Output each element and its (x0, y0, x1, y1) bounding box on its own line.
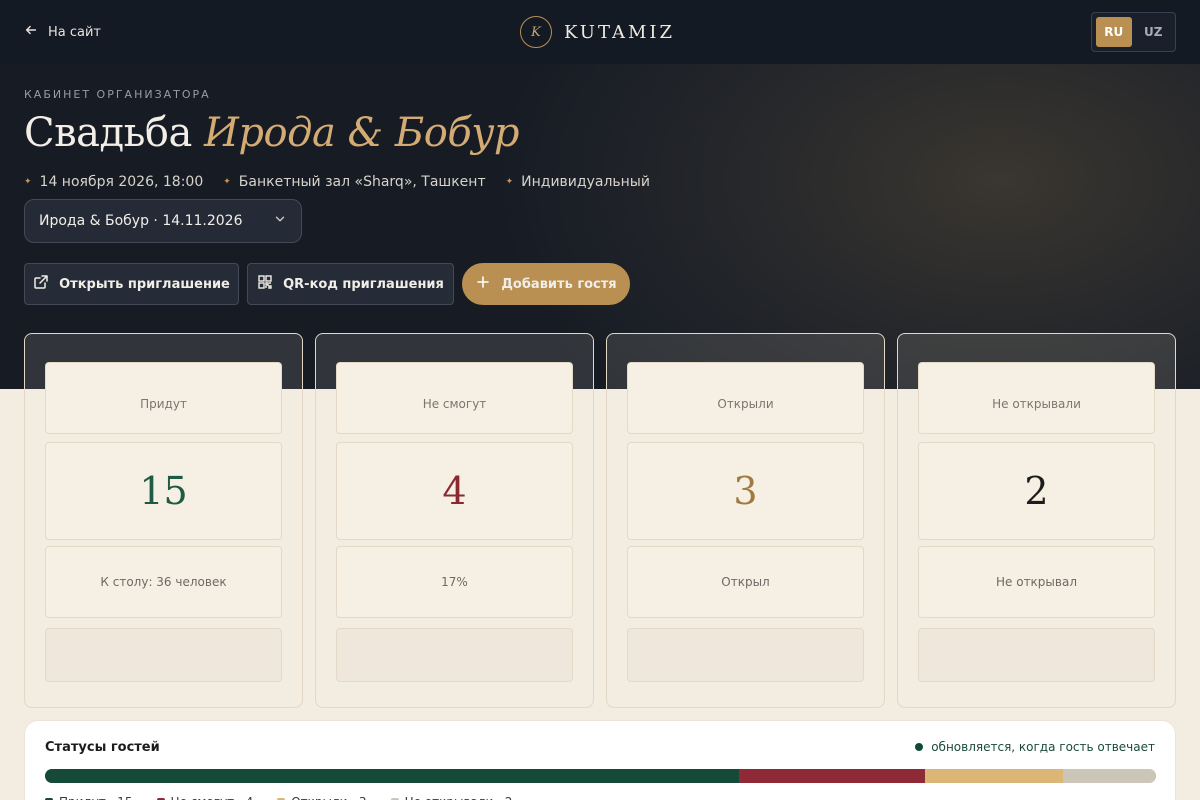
stat-card-declined: Не смогут 4 17% (315, 333, 594, 708)
meta-venue-text: Банкетный зал «Sharq», Ташкент (238, 174, 486, 190)
guest-status-panel: Статусы гостей обновляется, когда гость … (24, 720, 1176, 800)
stat-value: 2 (918, 442, 1155, 540)
top-bar: На сайт K KUTAMIZ RU UZ (0, 0, 1200, 64)
event-select[interactable]: Ирода & Бобур · 14.11.2026 (24, 199, 302, 243)
stat-subtext: 17% (336, 546, 573, 618)
stat-placeholder (336, 628, 573, 682)
external-link-icon (33, 274, 49, 294)
stat-label: Открыли (627, 362, 864, 434)
lang-uz-button[interactable]: UZ (1136, 17, 1172, 47)
qr-code-icon (257, 274, 273, 294)
legend-item: Открыли · 3 (277, 795, 367, 800)
legend-item: Придут · 15 (45, 795, 133, 800)
chevron-down-icon (273, 212, 287, 230)
brand-logo[interactable]: K KUTAMIZ (520, 16, 675, 48)
stat-placeholder (45, 628, 282, 682)
event-select-value: Ирода & Бобур · 14.11.2026 (39, 213, 243, 229)
plus-icon (475, 274, 491, 294)
lang-ru-button[interactable]: RU (1096, 17, 1132, 47)
status-panel-title: Статусы гостей (45, 740, 160, 755)
open-invitation-button[interactable]: Открыть приглашение (24, 263, 239, 305)
live-update-text: обновляется, когда гость отвечает (931, 740, 1155, 754)
page-kicker: КАБИНЕТ ОРГАНИЗАТОРА (24, 88, 211, 101)
stat-subtext: К столу: 36 человек (45, 546, 282, 618)
stat-card-not-opened: Не открывали 2 Не открывал (897, 333, 1176, 708)
meta-plan-text: Индивидуальный (521, 174, 650, 190)
brand-name: KUTAMIZ (564, 21, 676, 43)
meta-date-text: 14 ноября 2026, 18:00 (39, 174, 204, 190)
progress-segment (739, 769, 925, 783)
back-link-label: На сайт (48, 24, 102, 40)
stat-card-opened: Открыли 3 Открыл (606, 333, 885, 708)
brand-mark: K (520, 16, 552, 48)
stat-placeholder (918, 628, 1155, 682)
stat-label: Придут (45, 362, 282, 434)
title-names: Ирода & Бобур (204, 110, 520, 156)
add-guest-label: Добавить гостя (501, 276, 617, 292)
sparkle-icon: ✦ (505, 177, 514, 187)
stat-subtext: Не открывал (918, 546, 1155, 618)
live-dot-icon (915, 743, 924, 751)
language-switcher: RU UZ (1091, 12, 1176, 52)
progress-segment (45, 769, 740, 783)
meta-venue: ✦ Банкетный зал «Sharq», Ташкент (223, 174, 485, 190)
legend-item: Не смогут · 4 (156, 795, 254, 800)
legend-label: Не открывали · 2 (405, 795, 513, 800)
qr-code-label: QR-код приглашения (283, 276, 444, 292)
stat-label: Не открывали (918, 362, 1155, 434)
live-update-note: обновляется, когда гость отвечает (915, 740, 1155, 754)
stat-label: Не смогут (336, 362, 573, 434)
title-prefix: Свадьба (24, 110, 192, 156)
legend-label: Открыли · 3 (291, 795, 366, 800)
stat-subtext: Открыл (627, 546, 864, 618)
legend-item: Не открывали · 2 (390, 795, 513, 800)
status-progress-bar (45, 769, 1156, 783)
status-legend: Придут · 15 Не смогут · 4 Открыли · 3 Не от… (45, 795, 512, 800)
event-meta: ✦ 14 ноября 2026, 18:00 ✦ Банкетный зал … (24, 174, 650, 190)
stat-value: 3 (627, 442, 864, 540)
meta-date: ✦ 14 ноября 2026, 18:00 (24, 174, 203, 190)
add-guest-button[interactable]: Добавить гостя (462, 263, 630, 305)
legend-label: Не смогут · 4 (171, 795, 254, 800)
meta-plan: ✦ Индивидуальный (506, 174, 650, 190)
stat-value: 4 (336, 442, 573, 540)
qr-code-button[interactable]: QR-код приглашения (247, 263, 454, 305)
sparkle-icon: ✦ (24, 177, 32, 187)
stat-value: 15 (45, 442, 282, 540)
progress-segment (1063, 769, 1156, 783)
back-to-site-link[interactable]: На сайт (24, 22, 101, 42)
sparkle-icon: ✦ (223, 177, 231, 187)
stat-placeholder (627, 628, 864, 682)
legend-label: Придут · 15 (59, 795, 133, 800)
open-invitation-label: Открыть приглашение (59, 276, 230, 292)
progress-segment (924, 769, 1064, 783)
arrow-left-icon (24, 23, 38, 41)
page-title: Свадьба Ирода & Бобур (24, 110, 520, 156)
stat-card-attending: Придут 15 К столу: 36 человек (24, 333, 303, 708)
